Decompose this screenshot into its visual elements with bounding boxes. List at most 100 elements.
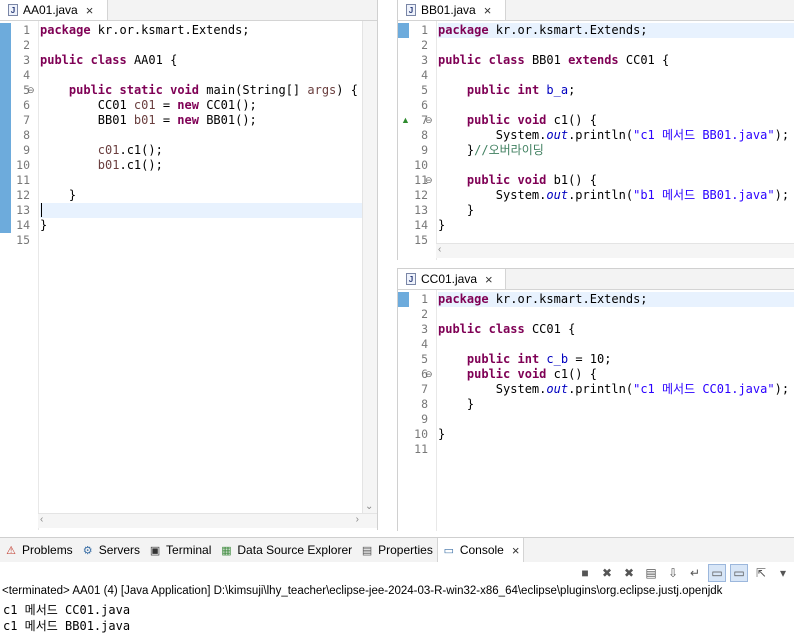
console-output-line: c1 메서드 BB01.java [3, 619, 131, 633]
code-line[interactable]: System.out.println("c1 메서드 CC01.java"); [438, 382, 794, 397]
code-line[interactable]: BB01 b01 = new BB01(); [40, 113, 377, 128]
scroll-right-arrow-icon[interactable]: › [356, 514, 359, 525]
code-line[interactable]: } [438, 203, 794, 218]
line-number-gutter: 1 2 3 4 5 6 7 ⊖ ▲ 8 9 10 11 ⊖ 12 13 14 15 [398, 21, 437, 260]
tab-cc01[interactable]: J CC01.java × [398, 269, 506, 289]
tab-servers[interactable]: ⚙ Servers [77, 538, 144, 562]
code-line[interactable]: CC01 c01 = new CC01(); [40, 98, 377, 113]
horizontal-scrollbar[interactable]: ‹ [436, 243, 794, 258]
code-line[interactable]: public class AA01 { [40, 53, 377, 68]
code-line[interactable]: package kr.or.ksmart.Extends; [438, 292, 794, 307]
tab-aa01[interactable]: J AA01.java × [0, 0, 108, 20]
code-line[interactable] [438, 68, 794, 83]
code-line[interactable] [438, 158, 794, 173]
line-number: 10 [414, 427, 428, 441]
code-line[interactable] [40, 68, 377, 83]
code-line[interactable] [40, 203, 377, 218]
data-source-icon: ▦ [221, 544, 232, 557]
code-line[interactable]: } [438, 218, 794, 233]
code-line[interactable]: b01.c1(); [40, 158, 377, 173]
fold-toggle-icon[interactable]: ⊖ [425, 369, 433, 380]
open-console-icon[interactable]: ▾ [774, 564, 792, 582]
code-line[interactable] [40, 173, 377, 188]
scroll-left-arrow-icon[interactable]: ‹ [40, 514, 43, 525]
code-line[interactable]: System.out.println("c1 메서드 BB01.java"); [438, 128, 794, 143]
code-editor[interactable]: 1 2 3 4 5 ⊖ 6 7 8 9 10 11 12 13 14 15 package kr.or.ksm… [0, 21, 377, 530]
code-area[interactable]: package kr.or.ksmart.Extends; public clas… [40, 21, 377, 530]
pin-console-icon[interactable]: ⇱ [752, 564, 770, 582]
change-marker [0, 158, 11, 173]
code-line[interactable]: } [438, 427, 794, 442]
change-marker [0, 113, 11, 128]
clear-console-icon[interactable]: ▤ [642, 564, 660, 582]
console-output-line: c1 메서드 CC01.java [3, 603, 131, 617]
code-area[interactable]: package kr.or.ksmart.Extends; public clas… [438, 21, 794, 260]
editor-tabbar: J BB01.java × [398, 0, 794, 21]
show-on-stderr-icon[interactable]: ▭ [730, 564, 748, 582]
remove-launch-icon[interactable]: ✖ [598, 564, 616, 582]
word-wrap-icon[interactable]: ↵ [686, 564, 704, 582]
tab-console[interactable]: ▭ Console × [436, 538, 525, 562]
close-icon[interactable]: × [86, 3, 94, 18]
code-line[interactable]: public void c1() { [438, 113, 794, 128]
horizontal-scrollbar[interactable]: ‹ › [38, 513, 377, 528]
code-editor[interactable]: 1 2 3 4 5 6 ⊖ 7 8 9 10 11 package kr.or.ksmart.Exte… [398, 290, 794, 531]
code-editor[interactable]: 1 2 3 4 5 6 7 ⊖ ▲ 8 9 10 11 ⊖ 12 13 14 15 package kr.or.k… [398, 21, 794, 260]
terminate-icon[interactable]: ■ [576, 564, 594, 582]
tab-problems[interactable]: ⚠ Problems [0, 538, 77, 562]
code-line[interactable]: public class CC01 { [438, 322, 794, 337]
vertical-scrollbar[interactable]: ⌄ [362, 21, 377, 514]
code-line[interactable]: System.out.println("b1 메서드 BB01.java"); [438, 188, 794, 203]
show-on-stdout-icon[interactable]: ▭ [708, 564, 726, 582]
code-line[interactable] [438, 98, 794, 113]
code-line[interactable]: public int c_b = 10; [438, 352, 794, 367]
code-line[interactable]: public class BB01 extends CC01 { [438, 53, 794, 68]
tab-data-source-explorer[interactable]: ▦ Data Source Explorer [215, 538, 356, 562]
change-marker [398, 23, 409, 38]
scroll-left-arrow-icon[interactable]: ‹ [438, 244, 441, 255]
line-number: 4 [421, 337, 428, 351]
change-marker [0, 53, 11, 68]
code-line[interactable]: } [40, 218, 377, 233]
fold-toggle-icon[interactable]: ⊖ [27, 85, 35, 96]
close-icon[interactable]: × [485, 272, 493, 287]
scroll-down-arrow-icon[interactable]: ⌄ [365, 501, 373, 512]
line-number-gutter: 1 2 3 4 5 6 ⊖ 7 8 9 10 11 [398, 290, 437, 531]
code-line[interactable]: c01.c1(); [40, 143, 377, 158]
code-line[interactable]: public void c1() { [438, 367, 794, 382]
code-line[interactable] [40, 233, 377, 248]
view-tab-label: Data Source Explorer [237, 543, 353, 557]
code-line[interactable] [438, 442, 794, 457]
change-marker [398, 292, 409, 307]
scroll-lock-icon[interactable]: ⇩ [664, 564, 682, 582]
close-icon[interactable]: × [512, 543, 520, 558]
close-icon[interactable]: × [484, 3, 492, 18]
code-line[interactable] [438, 38, 794, 53]
override-indicator-icon[interactable]: ▲ [401, 115, 410, 125]
code-line[interactable] [40, 38, 377, 53]
change-marker [0, 188, 11, 203]
console-status: <terminated> AA01 (4) [Java Application]… [2, 585, 723, 597]
code-line[interactable]: package kr.or.ksmart.Extends; [438, 23, 794, 38]
change-marker [0, 143, 11, 158]
fold-toggle-icon[interactable]: ⊖ [425, 175, 433, 186]
remove-all-terminated-icon[interactable]: ✖ [620, 564, 638, 582]
code-line[interactable]: package kr.or.ksmart.Extends; [40, 23, 377, 38]
code-line[interactable]: public void b1() { [438, 173, 794, 188]
code-line[interactable] [438, 337, 794, 352]
code-line[interactable] [438, 412, 794, 427]
line-number: 6 [421, 98, 428, 112]
change-marker [0, 38, 11, 53]
code-area[interactable]: package kr.or.ksmart.Extends; public clas… [438, 290, 794, 531]
code-line[interactable]: public static void main(String[] args) { [40, 83, 377, 98]
code-line[interactable] [438, 307, 794, 322]
code-line[interactable]: } [40, 188, 377, 203]
tab-bb01[interactable]: J BB01.java × [398, 0, 506, 20]
code-line[interactable]: } [438, 397, 794, 412]
tab-terminal[interactable]: ▣ Terminal [144, 538, 215, 562]
code-line[interactable]: }//오버라이딩 [438, 143, 794, 158]
code-line[interactable] [40, 128, 377, 143]
tab-properties[interactable]: ▤ Properties [356, 538, 437, 562]
fold-toggle-icon[interactable]: ⊖ [425, 115, 433, 126]
code-line[interactable]: public int b_a; [438, 83, 794, 98]
